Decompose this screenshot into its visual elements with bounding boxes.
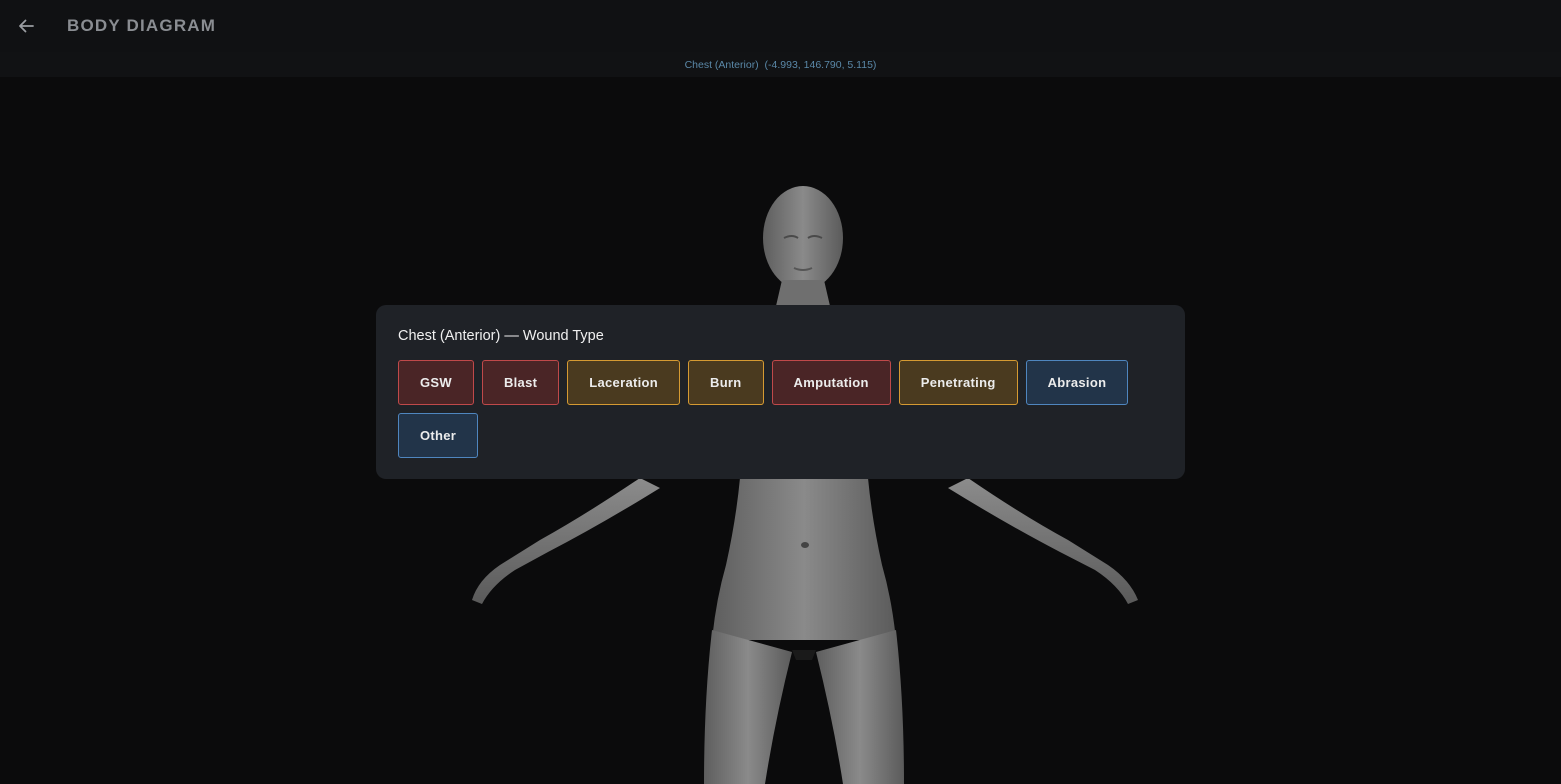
wound-type-other-button[interactable]: Other: [398, 413, 479, 458]
model-head[interactable]: [763, 186, 843, 290]
wound-type-blast-button[interactable]: Blast: [481, 360, 560, 405]
top-app-bar: BODY DIAGRAM: [0, 0, 1561, 52]
selected-coordinates: (-4.993, 146.790, 5.115): [764, 58, 877, 71]
wound-type-abrasion-button[interactable]: Abrasion: [1025, 360, 1129, 405]
wound-type-penetrating-button[interactable]: Penetrating: [898, 360, 1018, 405]
selection-readout: Chest (Anterior) (-4.993, 146.790, 5.115…: [0, 52, 1561, 77]
model-right-leg[interactable]: [816, 630, 904, 784]
page-title: BODY DIAGRAM: [67, 16, 217, 35]
wound-type-laceration-button[interactable]: Laceration: [567, 360, 680, 405]
wound-type-burn-button[interactable]: Burn: [688, 360, 764, 405]
wound-type-gsw-button[interactable]: GSW: [398, 360, 474, 405]
wound-panel-title: Chest (Anterior) — Wound Type: [398, 328, 604, 344]
model-right-arm[interactable]: [948, 478, 1138, 604]
model-left-leg[interactable]: [704, 630, 792, 784]
model-neck[interactable]: [776, 280, 830, 306]
model-left-arm[interactable]: [472, 478, 660, 604]
wound-type-amputation-button[interactable]: Amputation: [771, 360, 891, 405]
wound-type-options: GSW Blast Laceration Burn Amputation Pen…: [398, 360, 1158, 458]
arrow-left-icon: [19, 19, 34, 33]
back-button[interactable]: [0, 0, 52, 52]
wound-type-panel: Chest (Anterior) — Wound Type GSW Blast …: [376, 305, 1185, 479]
model-torso[interactable]: [712, 478, 896, 640]
selected-region-label: Chest (Anterior): [684, 58, 759, 71]
